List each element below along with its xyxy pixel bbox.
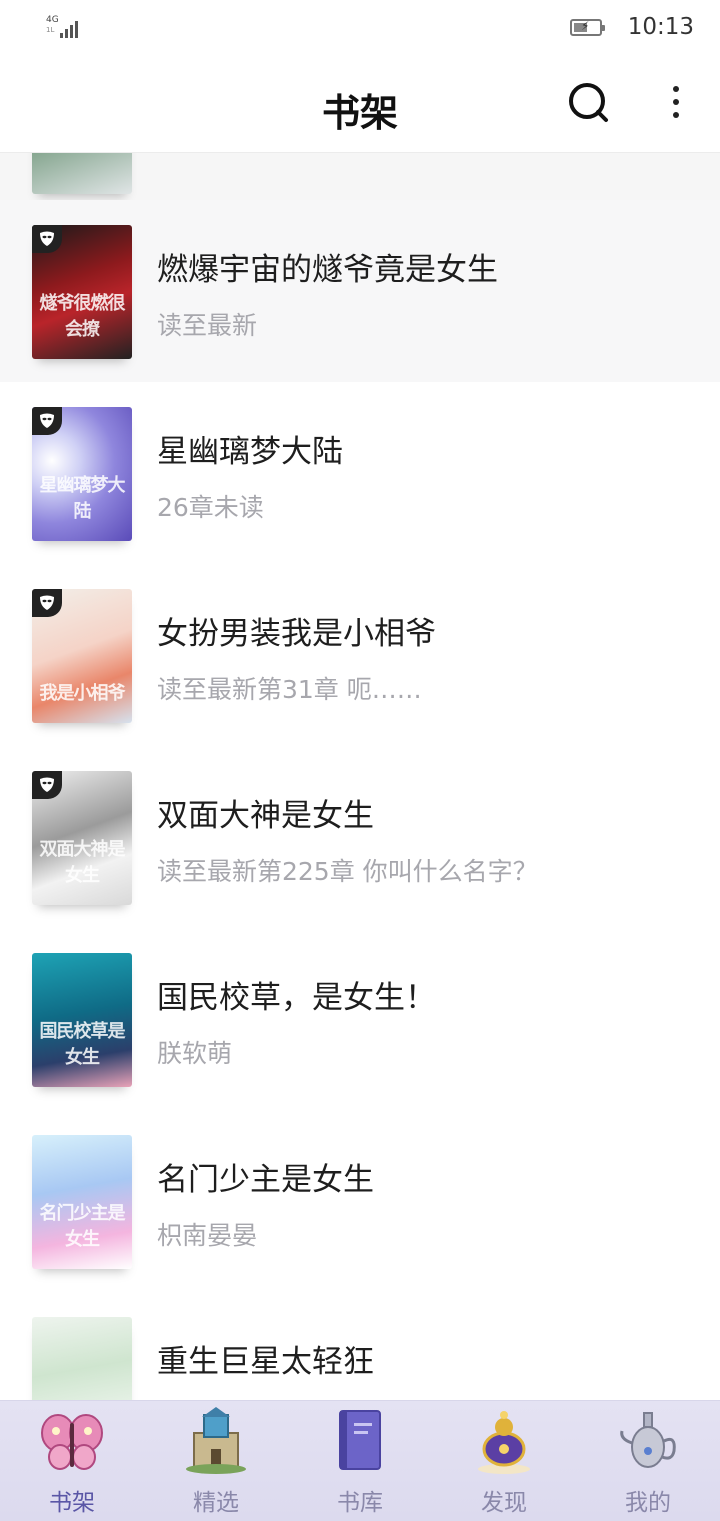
- butterfly-icon: [41, 1414, 103, 1470]
- book-progress: 枳南晏晏: [157, 1221, 258, 1250]
- book-title: 名门少主是女生: [157, 1162, 374, 1198]
- tab-library[interactable]: 书库: [288, 1401, 432, 1521]
- list-item-partial[interactable]: [0, 152, 720, 201]
- book-icon: [339, 1410, 381, 1470]
- mask-icon: [32, 407, 62, 435]
- cover-art-text: 我是小相爷: [39, 683, 126, 704]
- book-title: 燃爆宇宙的燧爷竟是女生: [157, 252, 498, 288]
- tab-label: 书库: [337, 1490, 383, 1516]
- app-header: 书架: [0, 56, 720, 153]
- signal-icon: 4G 1L: [46, 16, 86, 40]
- battery-icon: ⚡: [570, 19, 605, 36]
- cover-art-text: 国民校草是女生: [39, 1021, 126, 1068]
- book-cover: [32, 152, 132, 194]
- list-item[interactable]: 重生巨星重生巨星太轻狂: [0, 1292, 720, 1400]
- tab-label: 发现: [481, 1490, 527, 1516]
- book-title: 星幽璃梦大陆: [157, 434, 343, 470]
- tab-discover[interactable]: 发现: [432, 1401, 576, 1521]
- list-item[interactable]: 名门少主是女生 名门少主是女生 枳南晏晏: [0, 1110, 720, 1292]
- book-progress: 读至最新: [157, 311, 258, 340]
- book-progress: 读至最新第31章 呃……: [157, 675, 422, 704]
- list-item[interactable]: 国民校草是女生 国民校草，是女生！ 朕软萌: [0, 928, 720, 1110]
- tab-label: 书架: [49, 1490, 95, 1516]
- cover-art-text: 双面大神是女生: [39, 839, 126, 886]
- book-cover: 我是小相爷: [32, 589, 132, 723]
- book-title: 女扮男装我是小相爷: [157, 616, 436, 652]
- search-button[interactable]: [566, 80, 612, 126]
- list-item[interactable]: 星幽璃梦大陆 星幽璃梦大陆 26章未读: [0, 382, 720, 564]
- cover-art-text: 名门少主是女生: [39, 1203, 126, 1250]
- book-progress: 26章未读: [157, 493, 264, 522]
- list-item[interactable]: 双面大神是女生 双面大神是女生 读至最新第225章 你叫什么名字？: [0, 746, 720, 928]
- status-time: 10:13: [627, 14, 694, 40]
- tab-featured[interactable]: 精选: [144, 1401, 288, 1521]
- book-cover: 燧爷很燃很会撩: [32, 225, 132, 359]
- status-bar: 4G 1L ⚡ 10:13: [0, 0, 720, 56]
- book-cover: 星幽璃梦大陆: [32, 407, 132, 541]
- book-progress: 朕软萌: [157, 1039, 233, 1068]
- list-item[interactable]: 我是小相爷 女扮男装我是小相爷读至最新第31章 呃……: [0, 564, 720, 746]
- tab-label: 精选: [193, 1490, 239, 1516]
- network-type: 4G: [46, 15, 59, 25]
- page-title: 书架: [321, 90, 398, 135]
- mask-icon: [32, 589, 62, 617]
- mask-icon: [32, 771, 62, 799]
- book-cover: 双面大神是女生: [32, 771, 132, 905]
- cover-art-text: 燧爷很燃很会撩: [39, 293, 126, 340]
- book-cover: 名门少主是女生: [32, 1135, 132, 1269]
- mask-icon: [32, 225, 62, 253]
- book-title: 重生巨星太轻狂: [157, 1344, 374, 1380]
- book-cover: 国民校草是女生: [32, 953, 132, 1087]
- book-cover: 重生巨星: [32, 1317, 132, 1400]
- castle-icon: [186, 1407, 246, 1474]
- cover-art-text: 星幽璃梦大陆: [39, 475, 126, 522]
- bookshelf-list[interactable]: 燧爷很燃很会撩 燃爆宇宙的燧爷竟是女生读至最新星幽璃梦大陆 星幽璃梦大陆 26章未读我…: [0, 152, 720, 1400]
- tab-mine[interactable]: 我的: [576, 1401, 720, 1521]
- network-sub: 1L: [46, 26, 55, 34]
- book-title: 双面大神是女生: [157, 798, 374, 834]
- magic-lamp-icon: [478, 1411, 530, 1474]
- book-title: 国民校草，是女生！: [157, 980, 436, 1016]
- bottom-tab-bar: 书架 精选 书库 发现 我的: [0, 1400, 720, 1521]
- tab-bookshelf[interactable]: 书架: [0, 1401, 144, 1521]
- teapot-icon: [620, 1412, 676, 1468]
- list-item[interactable]: 燧爷很燃很会撩 燃爆宇宙的燧爷竟是女生读至最新: [0, 200, 720, 382]
- search-icon: [569, 83, 608, 122]
- more-options-button[interactable]: [664, 82, 688, 124]
- book-progress: 读至最新第225章 你叫什么名字？: [157, 857, 538, 886]
- tab-label: 我的: [625, 1490, 671, 1516]
